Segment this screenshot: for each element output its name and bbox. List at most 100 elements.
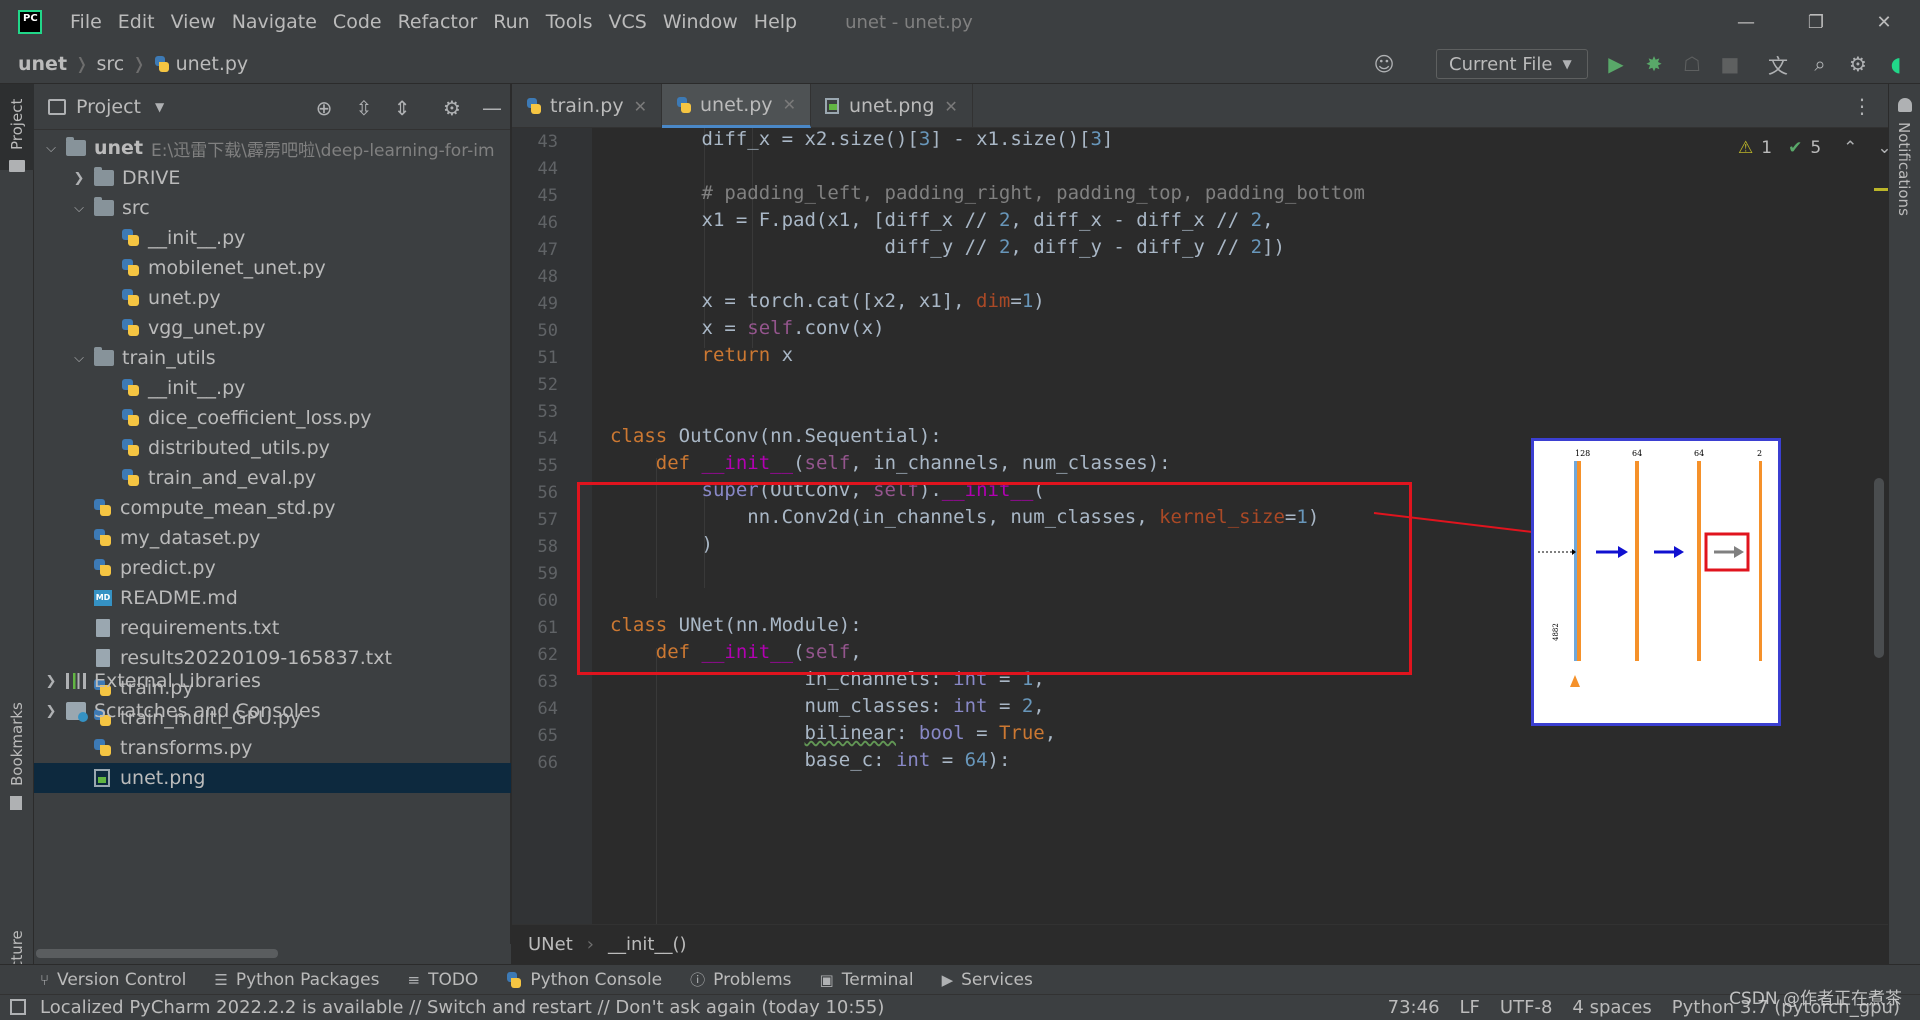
breadcrumb-method[interactable]: __init__() (608, 934, 687, 955)
collapse-all-icon[interactable]: ⇕ (390, 96, 414, 120)
menu-refactor[interactable]: Refactor (390, 11, 486, 33)
services-button[interactable]: ▶ Services (942, 970, 1033, 990)
tree-external-libraries[interactable]: ❯ External Libraries (34, 666, 511, 696)
line-number[interactable]: 65 (512, 726, 558, 746)
tree-item[interactable]: transforms.py (34, 733, 511, 763)
bookmarks-tool-label[interactable]: Bookmarks (8, 702, 26, 786)
restore-button[interactable]: ❐ (1780, 0, 1852, 44)
tree-item[interactable]: requirements.txt (34, 613, 511, 643)
todo-button[interactable]: ≡ TODO (408, 970, 479, 990)
line-number[interactable]: 49 (512, 294, 558, 314)
line-number[interactable]: 56 (512, 483, 558, 503)
chevron-down-icon[interactable]: ⌵ (72, 201, 86, 216)
menu-help[interactable]: Help (746, 11, 805, 33)
expand-all-icon[interactable]: ⇳ (352, 96, 376, 120)
menu-vcs[interactable]: VCS (601, 11, 655, 33)
line-number[interactable]: 52 (512, 375, 558, 395)
tree-item[interactable]: vgg_unet.py (34, 313, 511, 343)
run-icon[interactable]: ▶ (1604, 52, 1628, 76)
hide-icon[interactable]: — (480, 96, 504, 120)
line-number[interactable]: 59 (512, 564, 558, 584)
translate-icon[interactable]: 文 (1766, 52, 1790, 78)
menu-run[interactable]: Run (485, 11, 537, 33)
line-number[interactable]: 43 (512, 132, 558, 152)
project-panel-title[interactable]: Project (76, 96, 141, 118)
python-console-button[interactable]: Python Console (506, 970, 662, 990)
close-button[interactable]: ✕ (1848, 0, 1920, 44)
line-number[interactable]: 47 (512, 240, 558, 260)
minimize-button[interactable]: — (1710, 0, 1782, 44)
menu-navigate[interactable]: Navigate (224, 11, 325, 33)
close-icon[interactable]: ✕ (783, 95, 796, 114)
chevron-right-icon[interactable]: ❯ (72, 171, 86, 186)
locate-icon[interactable]: ⊕ (312, 96, 336, 120)
crumb-folder[interactable]: src (96, 53, 124, 75)
line-number[interactable]: 64 (512, 699, 558, 719)
tree-item[interactable]: ⌵ src (34, 193, 511, 223)
line-number[interactable]: 57 (512, 510, 558, 530)
close-icon[interactable]: ✕ (944, 97, 957, 116)
tree-item[interactable]: unet.py (34, 283, 511, 313)
line-number[interactable]: 50 (512, 321, 558, 341)
chevron-down-icon[interactable]: ⌵ (72, 351, 86, 366)
line-number[interactable]: 48 (512, 267, 558, 287)
line-separator[interactable]: LF (1460, 997, 1480, 1018)
inspection-widget[interactable]: ⚠ 1 ✔ 5 ⌃ ⌄ (1738, 138, 1892, 158)
menu-file[interactable]: File (62, 11, 110, 33)
menu-view[interactable]: View (163, 11, 224, 33)
line-number[interactable]: 51 (512, 348, 558, 368)
line-number[interactable]: 61 (512, 618, 558, 638)
line-number[interactable]: 66 (512, 753, 558, 773)
user-icon[interactable]: ☺ (1372, 52, 1396, 76)
tree-item[interactable]: compute_mean_std.py (34, 493, 511, 523)
search-icon[interactable]: ⌕ (1808, 52, 1832, 76)
tree-item[interactable]: ⌵ train_utils (34, 343, 511, 373)
tab-unet-png[interactable]: unet.png ✕ (811, 84, 973, 128)
tree-item[interactable]: distributed_utils.py (34, 433, 511, 463)
pycharm-logo-icon[interactable]: PC (18, 10, 42, 34)
line-number[interactable]: 60 (512, 591, 558, 611)
bell-icon[interactable] (1898, 98, 1912, 112)
line-number[interactable]: 62 (512, 645, 558, 665)
version-control-button[interactable]: ⑂ Version Control (40, 970, 186, 990)
crumb-project[interactable]: unet (18, 53, 67, 75)
close-icon[interactable]: ✕ (634, 97, 647, 116)
stop-icon[interactable]: ■ (1718, 52, 1742, 76)
tree-item[interactable]: ❯ DRIVE (34, 163, 511, 193)
tree-item[interactable]: __init__.py (34, 373, 511, 403)
menu-tools[interactable]: Tools (538, 11, 601, 33)
chevron-down-icon[interactable]: ▼ (155, 100, 164, 114)
gear-icon[interactable]: ⚙ (440, 96, 464, 120)
line-number[interactable]: 54 (512, 429, 558, 449)
line-number[interactable]: 45 (512, 186, 558, 206)
notifications-tool-label[interactable]: Notifications (1895, 122, 1913, 216)
crumb-file[interactable]: unet.py (176, 53, 249, 75)
status-message[interactable]: Localized PyCharm 2022.2.2 is available … (40, 997, 884, 1018)
tab-unet-py[interactable]: unet.py ✕ (661, 84, 811, 128)
tree-item[interactable]: predict.py (34, 553, 511, 583)
tree-item[interactable]: MD README.md (34, 583, 511, 613)
gear-icon[interactable]: ⚙ (1846, 52, 1870, 76)
tree-item[interactable]: dice_coefficient_loss.py (34, 403, 511, 433)
tree-item[interactable]: my_dataset.py (34, 523, 511, 553)
tree-item[interactable]: mobilenet_unet.py (34, 253, 511, 283)
python-packages-button[interactable]: ☰ Python Packages (214, 970, 379, 990)
project-horizontal-scrollbar[interactable] (34, 944, 511, 964)
line-number[interactable]: 55 (512, 456, 558, 476)
menu-code[interactable]: Code (325, 11, 390, 33)
tree-root-unet[interactable]: ⌵ unet E:\迅雷下载\霹雳吧啦\deep-learning-for-im (34, 133, 511, 163)
tab-train-py[interactable]: train.py ✕ (512, 84, 662, 128)
layout-icon[interactable] (10, 999, 26, 1015)
warning-marker[interactable] (1874, 188, 1888, 191)
indent-setting[interactable]: 4 spaces (1572, 997, 1651, 1018)
caret-position[interactable]: 73:46 (1388, 997, 1440, 1018)
menu-edit[interactable]: Edit (110, 11, 163, 33)
tree-item[interactable]: train_and_eval.py (34, 463, 511, 493)
tree-item[interactable]: __init__.py (34, 223, 511, 253)
line-number[interactable]: 58 (512, 537, 558, 557)
scrollbar-thumb[interactable] (36, 949, 278, 958)
file-encoding[interactable]: UTF-8 (1500, 997, 1552, 1018)
line-number[interactable]: 53 (512, 402, 558, 422)
tree-item[interactable]: unet.png (34, 763, 511, 793)
more-options-icon[interactable]: ⋮ (1852, 94, 1872, 118)
